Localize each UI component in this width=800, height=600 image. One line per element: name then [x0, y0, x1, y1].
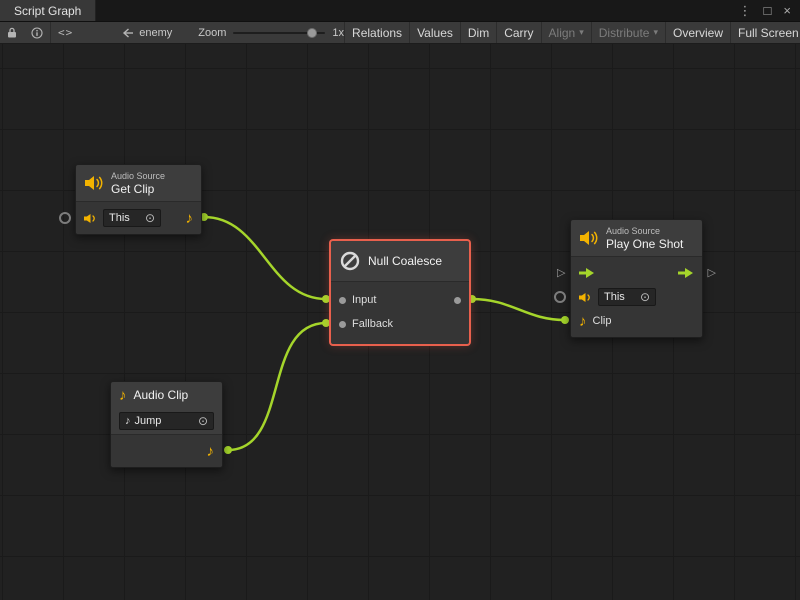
maximize-icon[interactable]: □ — [764, 4, 772, 17]
node-header: ♪ Audio Clip — [111, 382, 222, 408]
graph-toolbar: <> enemy Zoom 1x Relations Values Dim Ca… — [0, 22, 800, 44]
node-category: Audio Source — [606, 226, 683, 237]
button-label: Relations — [352, 26, 402, 40]
audio-clip-object-field[interactable]: ♪ Jump ⊙ — [119, 412, 214, 430]
audio-source-icon — [579, 230, 599, 246]
clip-value-icon: ♪ — [125, 416, 131, 427]
node-title: Null Coalesce — [368, 254, 442, 268]
clip-port-row: ♪ Clip — [571, 309, 702, 333]
zoom-value: 1x — [332, 27, 344, 39]
tab-bar: Script Graph ⋮ □ × — [0, 0, 800, 22]
node-audio-clip[interactable]: ♪ Audio Clip ♪ Jump ⊙ ♪ — [110, 381, 223, 468]
node-header: Audio Source Get Clip — [76, 165, 201, 201]
back-arrow-icon — [122, 28, 134, 38]
carry-button[interactable]: Carry — [496, 22, 540, 43]
node-play-one-shot[interactable]: Audio Source Play One Shot This — [570, 219, 703, 338]
tab-label: Script Graph — [14, 4, 81, 18]
wire-nullcoalesce-to-clip — [472, 299, 565, 320]
null-coalesce-icon — [339, 250, 361, 272]
this-object-field[interactable]: This ⊙ — [103, 209, 161, 227]
node-get-clip[interactable]: Audio Source Get Clip This ⊙ ♪ — [75, 164, 202, 235]
speaker-icon — [84, 213, 97, 224]
info-icon[interactable] — [24, 22, 50, 43]
button-label: Carry — [504, 26, 533, 40]
zoom-label: Zoom — [198, 27, 226, 39]
flow-output-port[interactable]: ▷ — [708, 267, 716, 279]
audio-clip-icon: ♪ — [119, 388, 127, 403]
audioclip-output-icon: ♪ — [207, 444, 215, 459]
object-picker-icon[interactable]: ⊙ — [640, 291, 650, 303]
toolbar-buttons: Relations Values Dim Carry Align▾ Distri… — [344, 22, 800, 43]
relations-button[interactable]: Relations — [344, 22, 409, 43]
flow-out-arrow-icon[interactable] — [678, 268, 694, 278]
node-title: Play One Shot — [606, 237, 683, 251]
this-input-port[interactable] — [554, 291, 566, 303]
close-icon[interactable]: × — [783, 4, 791, 17]
node-null-coalesce[interactable]: Null Coalesce Input Fallback — [330, 240, 470, 345]
lock-icon[interactable] — [0, 22, 24, 43]
fullscreen-button[interactable]: Full Screen — [730, 22, 800, 43]
align-button[interactable]: Align▾ — [541, 22, 591, 43]
this-object-field[interactable]: This ⊙ — [598, 288, 656, 306]
input-port[interactable] — [339, 297, 346, 304]
field-value: This — [604, 291, 625, 303]
control-flow-row — [571, 261, 702, 285]
breadcrumb[interactable]: enemy — [122, 27, 172, 39]
node-body: This ⊙ ♪ — [76, 201, 201, 234]
node-category: Audio Source — [111, 171, 165, 182]
zoom-slider-handle[interactable] — [307, 28, 317, 38]
fallback-port[interactable] — [339, 321, 346, 328]
value-field-row: ♪ Jump ⊙ — [111, 408, 222, 434]
values-button[interactable]: Values — [409, 22, 460, 43]
tab-script-graph[interactable]: Script Graph — [0, 0, 96, 21]
overview-button[interactable]: Overview — [665, 22, 730, 43]
zoom-control: Zoom 1x — [198, 27, 344, 39]
this-port-row: This ⊙ ♪ — [76, 206, 201, 230]
node-header: Null Coalesce — [331, 241, 469, 281]
node-body: Input Fallback — [331, 281, 469, 344]
node-body: This ⊙ ♪ Clip — [571, 256, 702, 337]
code-icon[interactable]: <> — [51, 22, 80, 43]
object-picker-icon[interactable]: ⊙ — [198, 415, 208, 427]
output-port-row: ♪ — [111, 439, 222, 463]
button-label: Values — [417, 26, 453, 40]
window-controls: ⋮ □ × — [739, 0, 800, 21]
button-label: Dim — [468, 26, 489, 40]
audioclip-output-icon: ♪ — [186, 211, 194, 226]
port-label: Fallback — [352, 318, 393, 330]
this-input-port[interactable] — [59, 212, 71, 224]
chevron-down-icon: ▾ — [579, 27, 584, 38]
node-body: ♪ — [111, 434, 222, 467]
menu-icon[interactable]: ⋮ — [739, 4, 752, 17]
flow-input-port[interactable]: ▷ — [557, 267, 565, 279]
wire-getclip-to-input — [204, 217, 326, 299]
port-label: Input — [352, 294, 376, 306]
button-label: Full Screen — [738, 26, 799, 40]
object-picker-icon[interactable]: ⊙ — [145, 212, 155, 224]
distribute-button[interactable]: Distribute▾ — [591, 22, 665, 43]
breadcrumb-label: enemy — [139, 27, 172, 39]
field-value: This — [109, 212, 130, 224]
this-port-row: This ⊙ — [571, 285, 702, 309]
node-header: Audio Source Play One Shot — [571, 220, 702, 256]
zoom-slider[interactable] — [233, 28, 325, 38]
field-value: Jump — [135, 415, 162, 427]
button-label: Distribute — [599, 26, 650, 40]
node-title: Audio Clip — [134, 388, 189, 402]
button-label: Overview — [673, 26, 723, 40]
button-label: Align — [549, 26, 576, 40]
node-title: Get Clip — [111, 182, 165, 196]
dim-button[interactable]: Dim — [460, 22, 496, 43]
chevron-down-icon: ▾ — [653, 27, 658, 38]
wire-audioclip-to-fallback — [228, 323, 326, 450]
fallback-port-row: Fallback — [331, 312, 469, 336]
flow-in-arrow-icon[interactable] — [579, 268, 595, 278]
graph-canvas[interactable]: Audio Source Get Clip This ⊙ ♪ — [0, 44, 800, 600]
result-output-port[interactable] — [454, 297, 461, 304]
clip-icon: ♪ — [579, 314, 587, 329]
port-label: Clip — [593, 315, 612, 327]
audio-source-icon — [84, 175, 104, 191]
input-port-row: Input — [331, 288, 469, 312]
speaker-icon — [579, 292, 592, 303]
